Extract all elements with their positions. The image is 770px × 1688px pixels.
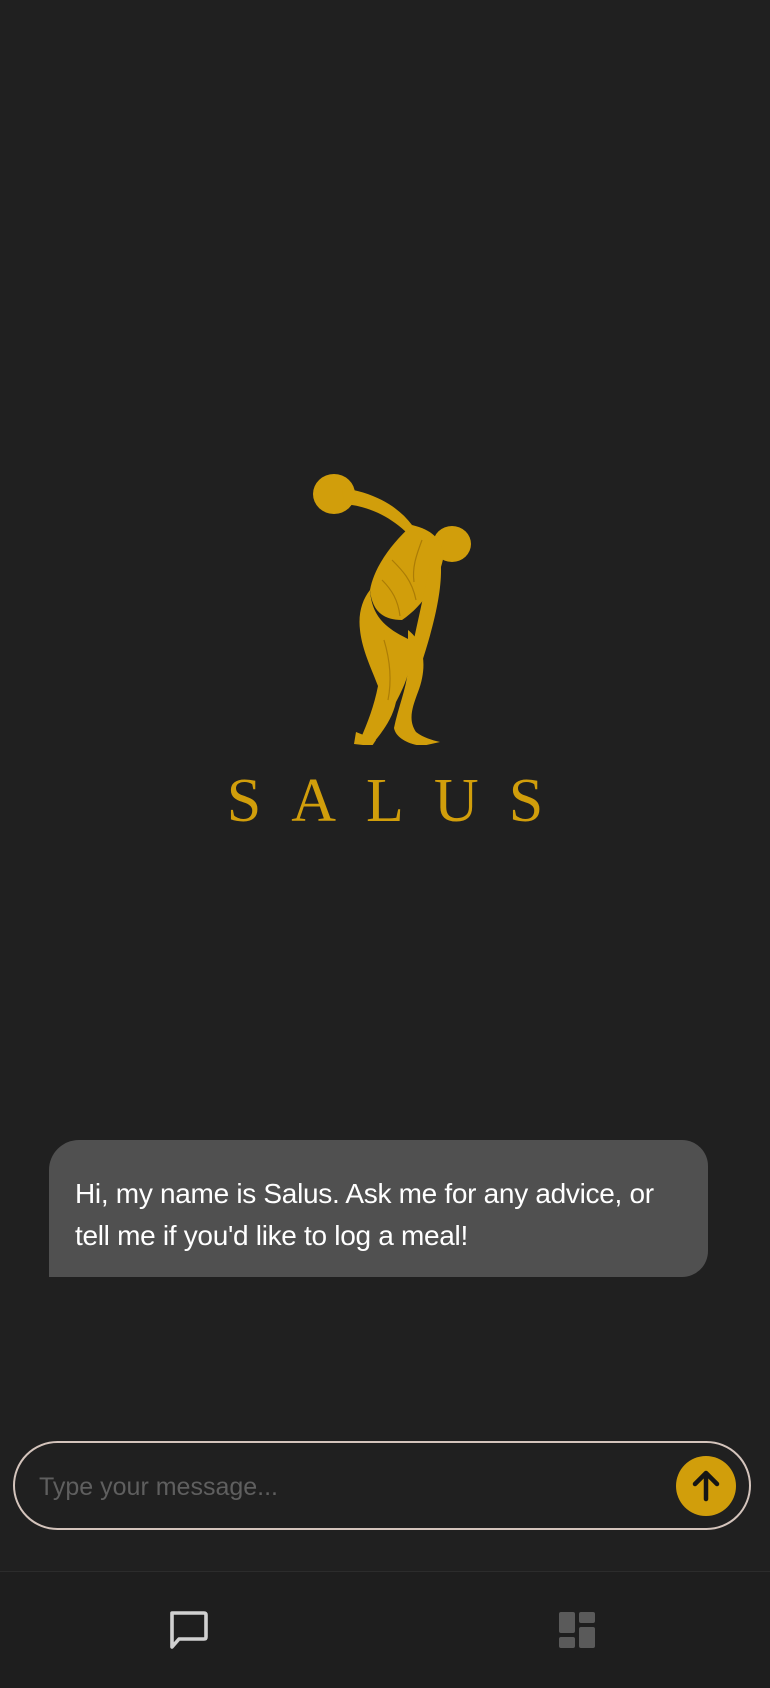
discus-thrower-icon <box>313 474 471 745</box>
assistant-message-text: Hi, my name is Salus. Ask me for any adv… <box>75 1178 654 1251</box>
nav-item-chat[interactable] <box>160 1602 216 1658</box>
message-composer <box>13 1441 751 1530</box>
arrow-up-icon <box>692 1470 720 1502</box>
assistant-message-bubble: Hi, my name is Salus. Ask me for any adv… <box>49 1140 708 1277</box>
nav-item-dashboard[interactable] <box>549 1602 605 1658</box>
send-button[interactable] <box>676 1456 736 1516</box>
brand-name: SALUS <box>226 767 574 835</box>
brand-logo: SALUS <box>0 470 770 850</box>
bottom-navigation <box>0 1571 770 1688</box>
message-input[interactable] <box>37 1461 661 1513</box>
chat-bubble-icon <box>170 1611 208 1649</box>
dashboard-icon <box>559 1612 595 1648</box>
